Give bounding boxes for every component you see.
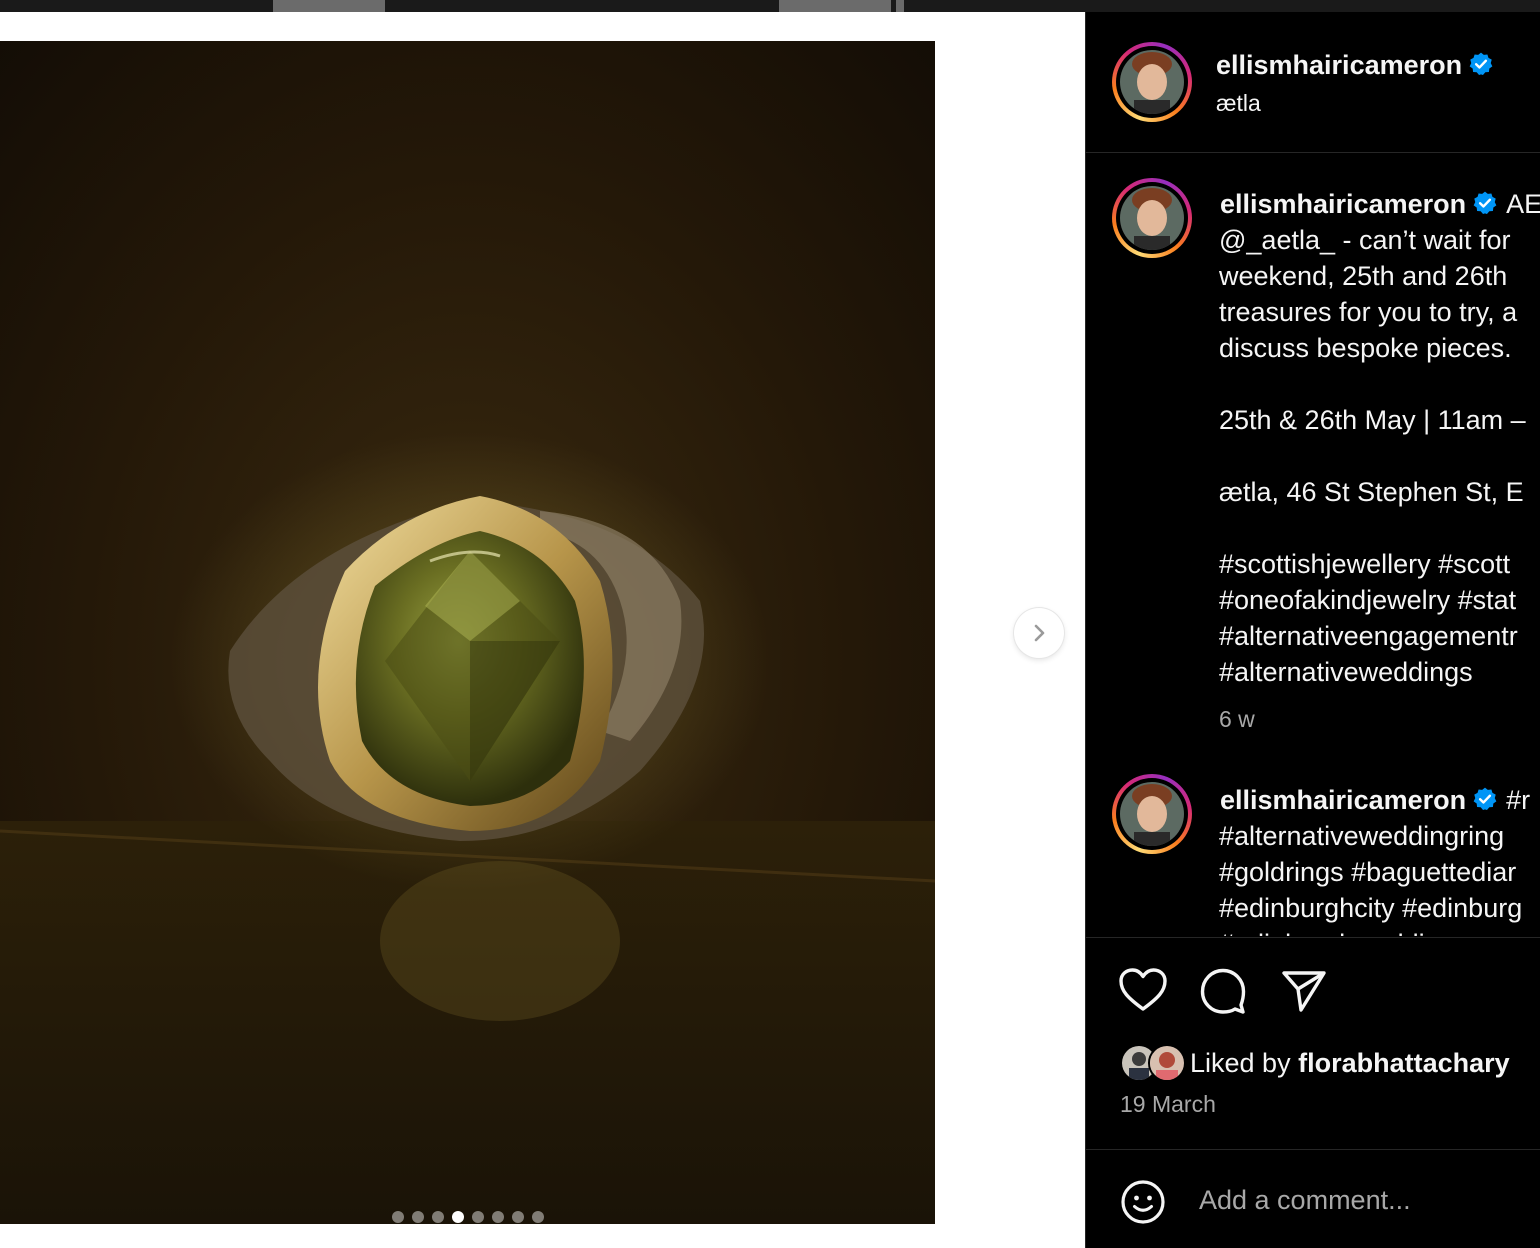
comment-button[interactable] <box>1199 967 1247 1020</box>
avatar-photo-icon <box>1120 186 1184 250</box>
comment-username[interactable]: ellismhairicameron AE <box>1220 189 1540 220</box>
comment-text: @_aetla_ - can’t wait for weekend, 25th a… <box>1219 222 1526 690</box>
carousel-dot <box>451 1211 464 1223</box>
post-location[interactable]: ætla <box>1216 90 1261 117</box>
actions-divider <box>1086 937 1540 938</box>
avatar[interactable] <box>1112 42 1192 122</box>
browser-tab-strip <box>0 0 1540 12</box>
tab-thumb <box>273 0 385 12</box>
carousel-dot <box>391 1211 404 1223</box>
comment-line: #scottishjewellery #scott <box>1219 549 1511 579</box>
likes-summary[interactable]: Liked by florabhattachary <box>1120 1044 1510 1082</box>
tab-thumb <box>779 0 891 12</box>
comment-divider <box>1086 1149 1540 1150</box>
emoji-icon <box>1121 1180 1165 1224</box>
heart-icon <box>1119 968 1167 1011</box>
comment-username[interactable]: ellismhairicameron #r <box>1220 785 1530 816</box>
emoji-button[interactable] <box>1120 1179 1166 1230</box>
chevron-right-icon <box>1034 624 1045 642</box>
comment-line: @_aetla_ - can’t wait for <box>1219 225 1511 255</box>
avatar[interactable] <box>1112 178 1192 258</box>
comment-line: treasures for you to try, a <box>1219 297 1518 327</box>
comment-line: discuss bespoke pieces. <box>1219 333 1512 363</box>
likes-text[interactable]: Liked by florabhattachary <box>1190 1048 1510 1079</box>
comment-line: ætla, 46 St Stephen St, E <box>1219 477 1524 507</box>
comment-line: #edinburghwedding <box>1219 926 1522 936</box>
comment-line: #alternativeengagementr <box>1219 621 1518 651</box>
post-detail-panel: ellismhairicameron ætla ellismhairicamer… <box>1085 12 1540 1248</box>
comment-line <box>1219 438 1526 474</box>
share-icon <box>1282 971 1326 1012</box>
verified-badge-icon <box>1473 191 1497 214</box>
comment-line: 25th & 26th May | 11am – <box>1219 405 1526 435</box>
tab-thumb <box>896 0 904 12</box>
carousel-dot <box>531 1211 544 1223</box>
comment-line: #alternativeweddings <box>1219 657 1473 687</box>
verified-badge-icon <box>1473 787 1497 810</box>
comment-age[interactable]: 6 w <box>1219 706 1255 733</box>
liker-photo-icon <box>1150 1046 1184 1080</box>
comment-line: weekend, 25th and 26th <box>1219 261 1508 291</box>
avatar-photo-icon <box>1120 782 1184 846</box>
carousel-dot <box>491 1211 504 1223</box>
comment-line <box>1219 366 1526 402</box>
ring-photo <box>0 41 935 1224</box>
avatar[interactable] <box>1112 774 1192 854</box>
share-button[interactable] <box>1281 969 1327 1018</box>
comment-line: #alternativeweddingring <box>1219 821 1505 851</box>
comment-icon <box>1200 968 1246 1014</box>
liker-avatar <box>1148 1044 1186 1082</box>
carousel-dot <box>431 1211 444 1223</box>
like-button[interactable] <box>1118 967 1168 1018</box>
verified-badge-icon <box>1469 52 1493 75</box>
carousel-dot <box>511 1211 524 1223</box>
comment-line: #oneofakindjewelry #stat <box>1219 585 1517 615</box>
post-header: ellismhairicameron ætla <box>1086 12 1540 153</box>
next-slide-button[interactable] <box>1014 608 1064 658</box>
carousel-indicator <box>0 1211 935 1223</box>
comment-line <box>1219 510 1526 546</box>
add-comment-input[interactable] <box>1199 1185 1529 1216</box>
comment-line: #edinburghcity #edinburg <box>1219 893 1523 923</box>
comment-line: #goldrings #baguettediar <box>1219 857 1517 887</box>
avatar-photo-icon <box>1120 50 1184 114</box>
post-image[interactable] <box>0 41 935 1224</box>
post-date[interactable]: 19 March <box>1120 1091 1216 1118</box>
carousel-dot <box>471 1211 484 1223</box>
carousel-dot <box>411 1211 424 1223</box>
post-username[interactable]: ellismhairicameron <box>1216 50 1494 81</box>
comment-text: #alternativeweddingring #goldrings #bague… <box>1219 818 1522 936</box>
